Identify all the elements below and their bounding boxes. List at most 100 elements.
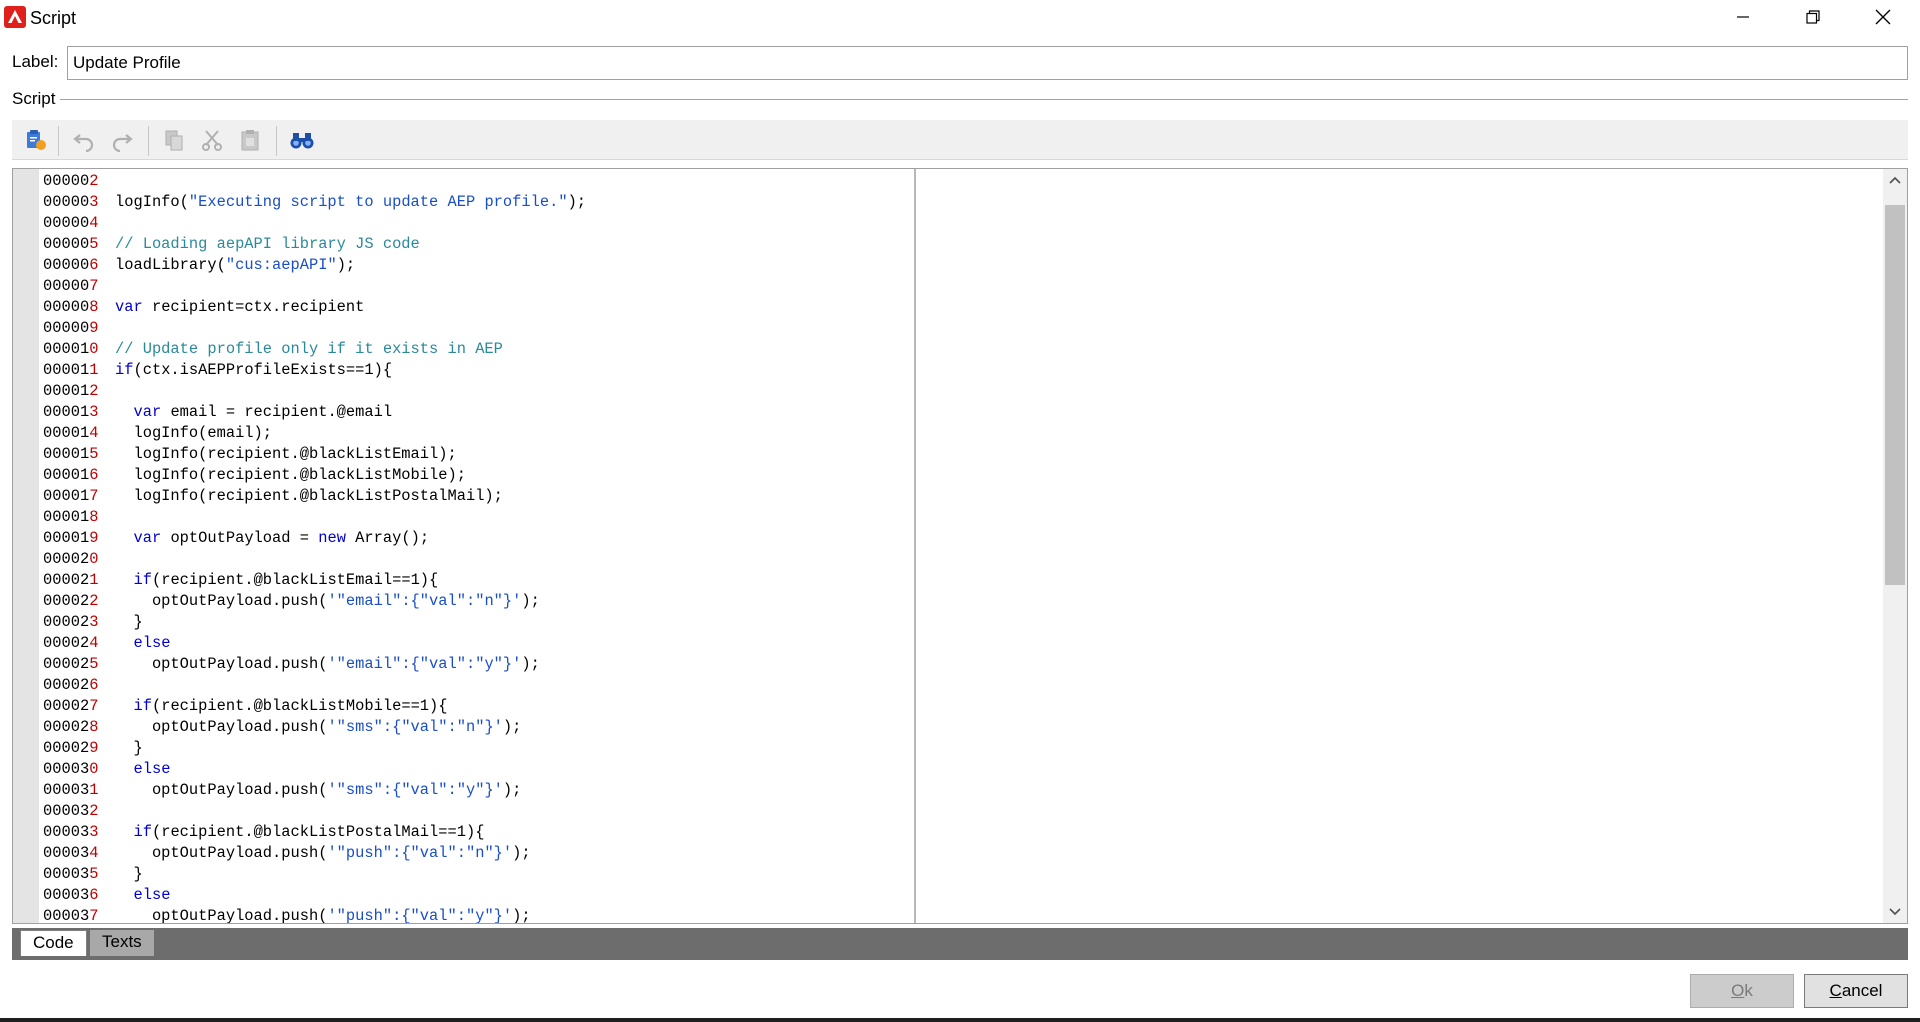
undo-button[interactable] xyxy=(68,126,100,154)
tab-code[interactable]: Code xyxy=(20,930,87,956)
code-text: var recipient=ctx.recipient xyxy=(115,297,364,318)
editor-tabstrip: Code Texts xyxy=(12,928,1908,960)
code-line[interactable]: 000002 xyxy=(43,171,923,192)
line-number: 000008 xyxy=(43,297,115,318)
code-line[interactable]: 000006 loadLibrary("cus:aepAPI"); xyxy=(43,255,923,276)
code-line[interactable]: 000037 optOutPayload.push('"push":{"val"… xyxy=(43,906,923,923)
code-token: logInfo(email); xyxy=(115,424,273,442)
code-line[interactable]: 000010// Update profile only if it exist… xyxy=(43,339,923,360)
line-number-suffix: 8 xyxy=(89,298,99,316)
line-number-suffix: 1 xyxy=(89,571,99,589)
line-number-prefix: 00000 xyxy=(43,172,90,190)
code-line[interactable]: 000005// Loading aepAPI library JS code xyxy=(43,234,923,255)
code-token: new xyxy=(318,529,346,547)
cut-icon xyxy=(202,130,222,151)
code-line[interactable]: 000011 if(ctx.isAEPProfileExists==1){ xyxy=(43,360,923,381)
code-editor[interactable]: 000002 000003 logInfo("Executing script to… xyxy=(12,168,1908,924)
code-token: } xyxy=(115,739,143,757)
code-token: "Executing script to update AEP profile.… xyxy=(188,193,568,211)
scrollbar-thumb[interactable] xyxy=(1885,205,1905,585)
code-line[interactable]: 000033 if(recipient.@blackListPostalMail… xyxy=(43,822,923,843)
code-line[interactable]: 000030 else xyxy=(43,759,923,780)
undo-icon xyxy=(73,134,94,152)
code-line[interactable]: 000020 xyxy=(43,549,923,570)
ok-button[interactable]: Ok xyxy=(1690,974,1794,1008)
code-line[interactable]: 000003 logInfo("Executing script to updat… xyxy=(43,192,923,213)
line-number: 000032 xyxy=(43,801,115,822)
code-line[interactable]: 000022 optOutPayload.push('"email":{"val… xyxy=(43,591,923,612)
code-lines[interactable]: 000002 000003 logInfo("Executing script to… xyxy=(43,171,923,923)
code-line[interactable]: 000018 xyxy=(43,507,923,528)
code-line[interactable]: 000004 xyxy=(43,213,923,234)
code-line[interactable]: 000013 var email = recipient.@email xyxy=(43,402,923,423)
line-number: 000019 xyxy=(43,528,115,549)
line-number: 000023 xyxy=(43,612,115,633)
code-line[interactable]: 000034 optOutPayload.push('"push":{"val"… xyxy=(43,843,923,864)
line-number-prefix: 00000 xyxy=(43,214,90,232)
code-token: optOutPayload.push( xyxy=(115,718,328,736)
title-bar: Script xyxy=(0,0,1920,36)
code-line[interactable]: 000023 } xyxy=(43,612,923,633)
line-number-suffix: 2 xyxy=(89,802,99,820)
cancel-button[interactable]: Cancel xyxy=(1804,974,1908,1008)
line-number: 000035 xyxy=(43,864,115,885)
line-number: 000015 xyxy=(43,444,115,465)
label-input[interactable] xyxy=(67,46,1908,80)
tab-texts[interactable]: Texts xyxy=(90,930,154,956)
code-line[interactable]: 000015 logInfo(recipient.@blackListEmail… xyxy=(43,444,923,465)
code-line[interactable]: 000016 logInfo(recipient.@blackListMobil… xyxy=(43,465,923,486)
line-number-suffix: 5 xyxy=(89,445,99,463)
code-line[interactable]: 000025 optOutPayload.push('"email":{"val… xyxy=(43,654,923,675)
insert-function-button[interactable] xyxy=(20,126,52,154)
code-line[interactable]: 000021 if(recipient.@blackListEmail==1){ xyxy=(43,570,923,591)
code-line[interactable]: 000027 if(recipient.@blackListMobile==1)… xyxy=(43,696,923,717)
code-line[interactable]: 000008 var recipient=ctx.recipient xyxy=(43,297,923,318)
scroll-down-icon[interactable] xyxy=(1887,903,1903,919)
code-token: ); xyxy=(502,781,522,799)
code-line[interactable]: 000017 logInfo(recipient.@blackListPosta… xyxy=(43,486,923,507)
code-line[interactable]: 000035 } xyxy=(43,864,923,885)
line-number: 000034 xyxy=(43,843,115,864)
code-token: recipient=ctx.recipient xyxy=(142,298,365,316)
close-button[interactable] xyxy=(1848,0,1918,34)
toolbar-separator xyxy=(276,126,277,156)
code-text: } xyxy=(115,612,142,633)
copy-button[interactable] xyxy=(158,126,190,154)
restore-button[interactable] xyxy=(1778,0,1848,34)
line-number-prefix: 00003 xyxy=(43,802,90,820)
scroll-up-icon[interactable] xyxy=(1887,173,1903,189)
code-line[interactable]: 000012 xyxy=(43,381,923,402)
code-line[interactable]: 000019 var optOutPayload = new Array(); xyxy=(43,528,923,549)
code-text: optOutPayload.push('"email":{"val":"y"}'… xyxy=(115,654,540,675)
find-button[interactable] xyxy=(286,126,318,154)
code-line[interactable]: 000009 xyxy=(43,318,923,339)
code-line[interactable]: 000031 optOutPayload.push('"sms":{"val":… xyxy=(43,780,923,801)
code-line[interactable]: 000014 logInfo(email); xyxy=(43,423,923,444)
code-token: (recipient.@blackListMobile==1){ xyxy=(151,697,448,715)
code-text: optOutPayload.push('"push":{"val":"n"}')… xyxy=(115,843,531,864)
minimize-button[interactable] xyxy=(1708,0,1778,34)
code-token: // Update profile only if it exists in A… xyxy=(115,340,503,358)
editor-split-divider[interactable] xyxy=(914,169,916,923)
line-number-prefix: 00002 xyxy=(43,655,90,673)
line-number-suffix: 0 xyxy=(89,760,99,778)
code-line[interactable]: 000036 else xyxy=(43,885,923,906)
code-line[interactable]: 000007 xyxy=(43,276,923,297)
vertical-scrollbar[interactable] xyxy=(1883,169,1907,923)
line-number: 000012 xyxy=(43,381,115,402)
code-line[interactable]: 000032 xyxy=(43,801,923,822)
redo-button[interactable] xyxy=(106,126,138,154)
cut-button[interactable] xyxy=(196,126,228,154)
code-text: // Loading aepAPI library JS code xyxy=(115,234,420,255)
paste-button[interactable] xyxy=(234,126,266,154)
code-line[interactable]: 000024 else xyxy=(43,633,923,654)
line-number-suffix: 1 xyxy=(89,361,99,379)
line-number-prefix: 00003 xyxy=(43,865,90,883)
label-caption: Label: xyxy=(12,52,59,71)
line-number-prefix: 00001 xyxy=(43,424,90,442)
code-line[interactable]: 000028 optOutPayload.push('"sms":{"val":… xyxy=(43,717,923,738)
line-number-suffix: 5 xyxy=(89,235,99,253)
line-number-prefix: 00003 xyxy=(43,844,90,862)
code-line[interactable]: 000029 } xyxy=(43,738,923,759)
code-line[interactable]: 000026 xyxy=(43,675,923,696)
